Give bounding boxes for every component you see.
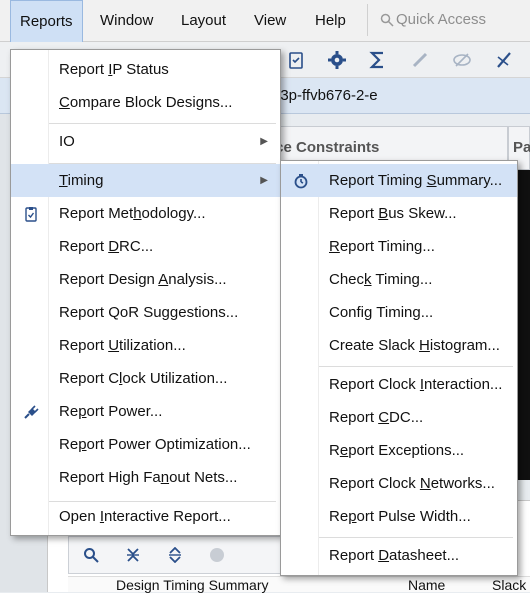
search-icon	[380, 13, 394, 27]
stopwatch-icon	[294, 174, 308, 189]
sigma-icon[interactable]	[368, 50, 388, 70]
panel-title: ice Constraints	[271, 139, 380, 156]
menu-item-report-power[interactable]: Report Power...	[11, 395, 280, 428]
menu-item-check-timing[interactable]: Check Timing...	[281, 263, 517, 296]
timing-submenu: Report Timing Summary... Report Bus Skew…	[280, 160, 518, 576]
gear-icon[interactable]	[327, 50, 347, 70]
menu-item-io[interactable]: IO ▶	[11, 125, 280, 158]
part-number: u3p-ffvb676-2-e	[272, 87, 378, 104]
quick-access-search[interactable]: Quick Access	[367, 4, 530, 36]
submenu-arrow-icon: ▶	[260, 175, 268, 186]
collapse-all-icon[interactable]	[125, 547, 141, 563]
menu-item-report-ip-status[interactable]: Report IP Status	[11, 53, 280, 86]
timing-toolbar	[68, 536, 282, 574]
power-plug-icon	[24, 405, 39, 419]
clipboard-check-icon	[25, 207, 37, 222]
expand-all-icon[interactable]	[167, 547, 183, 563]
timing-table-header: Design Timing Summary Name Slack	[68, 576, 530, 593]
menu-item-create-slack-histogram[interactable]: Create Slack Histogram...	[281, 329, 517, 362]
tree-header: Design Timing Summary	[116, 577, 269, 593]
menu-item-report-power-optimization[interactable]: Report Power Optimization...	[11, 428, 280, 461]
menu-item-report-timing-summary[interactable]: Report Timing Summary...	[281, 164, 517, 197]
menu-item-report-cdc[interactable]: Report CDC...	[281, 401, 517, 434]
clipboard-icon[interactable]	[286, 50, 306, 70]
menu-item-compare-block-designs[interactable]: Compare Block Designs...	[11, 86, 280, 119]
hide-icon[interactable]	[452, 50, 472, 70]
menu-item-report-utilization[interactable]: Report Utilization...	[11, 329, 280, 362]
menu-layout[interactable]: Layout	[172, 0, 235, 42]
side-panel-title: Pa	[513, 139, 530, 156]
menu-view[interactable]: View	[245, 0, 295, 42]
menu-window[interactable]: Window	[91, 0, 162, 42]
search-icon[interactable]	[83, 547, 99, 563]
menu-help[interactable]: Help	[306, 0, 355, 42]
probe-icon[interactable]	[410, 50, 430, 70]
menu-item-report-design-analysis[interactable]: Report Design Analysis...	[11, 263, 280, 296]
menu-item-report-datasheet[interactable]: Report Datasheet...	[281, 539, 517, 572]
menu-item-report-clock-utilization[interactable]: Report Clock Utilization...	[11, 362, 280, 395]
route-icon[interactable]	[494, 50, 514, 70]
menu-item-report-methodology[interactable]: Report Methodology...	[11, 197, 280, 230]
menu-item-report-drc[interactable]: Report DRC...	[11, 230, 280, 263]
menu-item-timing[interactable]: Timing ▶	[11, 164, 280, 197]
menu-item-report-exceptions[interactable]: Report Exceptions...	[281, 434, 517, 467]
column-slack: Slack	[492, 577, 527, 593]
menu-item-report-bus-skew[interactable]: Report Bus Skew...	[281, 197, 517, 230]
menu-item-report-timing[interactable]: Report Timing...	[281, 230, 517, 263]
menu-item-report-pulse-width[interactable]: Report Pulse Width...	[281, 500, 517, 533]
stop-icon[interactable]	[209, 547, 225, 563]
device-view	[516, 170, 530, 480]
menu-item-report-clock-interaction[interactable]: Report Clock Interaction...	[281, 368, 517, 401]
menu-reports[interactable]: Reports	[10, 0, 83, 42]
reports-menu: Report IP Status Compare Block Designs..…	[10, 49, 281, 536]
column-name: Name	[408, 577, 446, 593]
submenu-arrow-icon: ▶	[260, 136, 268, 147]
menu-item-report-high-fanout-nets[interactable]: Report High Fanout Nets...	[11, 461, 280, 494]
menu-item-report-clock-networks[interactable]: Report Clock Networks...	[281, 467, 517, 500]
menubar: Reports Window Layout View Help Quick Ac…	[0, 0, 530, 42]
menu-item-open-interactive-report[interactable]: Open Interactive Report...	[11, 500, 280, 533]
menu-item-report-qor-suggestions[interactable]: Report QoR Suggestions...	[11, 296, 280, 329]
menu-item-config-timing[interactable]: Config Timing...	[281, 296, 517, 329]
